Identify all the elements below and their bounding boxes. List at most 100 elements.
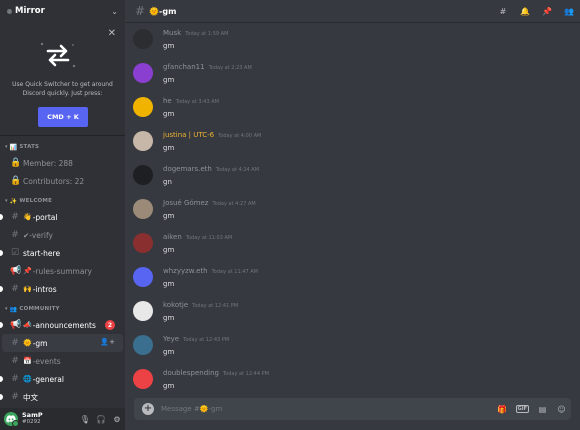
- gear-icon[interactable]: ⚙: [109, 415, 125, 424]
- message-item[interactable]: dogemars.eth Today at 4:24 AM gn: [133, 162, 573, 194]
- message-item[interactable]: he Today at 3:43 AM gm: [133, 94, 573, 126]
- avatar[interactable]: [133, 131, 153, 151]
- member-list-icon[interactable]: 👥: [558, 7, 580, 16]
- message-author[interactable]: Josué Gómez: [163, 199, 208, 207]
- channel-contributors[interactable]: 🔒 Contributors: 22: [2, 172, 123, 190]
- channel-members[interactable]: 🔒 Member: 288: [2, 154, 123, 172]
- threads-icon[interactable]: #: [492, 7, 514, 16]
- microphone-icon[interactable]: 🎙: [77, 415, 93, 424]
- category-stats[interactable]: ▾ 📊 STATS: [0, 140, 125, 154]
- channel-label: -gm: [32, 338, 48, 348]
- channel-events[interactable]: # 📅 -events: [2, 352, 123, 370]
- server-header[interactable]: Mirror ⌄: [0, 0, 125, 22]
- channel-announcements[interactable]: 📢 📣 -announcements 2: [0, 316, 123, 334]
- message-author[interactable]: aiken: [163, 233, 182, 241]
- message-author[interactable]: doublespending: [163, 369, 219, 377]
- message-timestamp: Today at 11:03 AM: [185, 235, 233, 241]
- close-icon[interactable]: ✕: [108, 29, 116, 39]
- channel-portal[interactable]: # 👋 -portal: [0, 208, 123, 226]
- avatar[interactable]: [133, 335, 153, 355]
- channel-start-here[interactable]: ☑ start-here: [0, 244, 123, 262]
- avatar[interactable]: [133, 199, 153, 219]
- message-header: he Today at 3:43 AM: [163, 97, 219, 105]
- message-timestamp: Today at 12:43 PM: [183, 337, 230, 343]
- user-discriminator: #0292: [22, 419, 41, 425]
- lock-icon: 🔒: [10, 158, 22, 168]
- avatar[interactable]: [133, 369, 153, 389]
- message-item[interactable]: gfanchan11 Today at 2:23 AM gm: [133, 60, 573, 92]
- avatar[interactable]: [133, 233, 153, 253]
- mention-badge: 2: [105, 320, 115, 330]
- pin-icon[interactable]: 📌: [536, 7, 558, 16]
- channel-label: -events: [32, 356, 61, 366]
- gift-icon[interactable]: 🎁: [493, 405, 512, 414]
- message-item[interactable]: Musk Today at 1:59 AM gm: [133, 26, 573, 58]
- hash-icon: #: [11, 356, 19, 366]
- avatar[interactable]: [133, 267, 153, 287]
- message-item[interactable]: whzyyzw.eth Today at 11:47 AM gm: [133, 264, 573, 296]
- message-author[interactable]: he: [163, 97, 172, 105]
- chevron-down-icon[interactable]: ⌄: [111, 7, 118, 16]
- sticker-icon[interactable]: ▤: [533, 405, 552, 414]
- username: SamP: [22, 411, 43, 419]
- plus-icon[interactable]: +: [142, 403, 154, 415]
- message-item[interactable]: aiken Today at 11:03 AM gm: [133, 230, 573, 262]
- rules-icon: ☑: [10, 248, 20, 258]
- hash-icon: #: [11, 392, 19, 402]
- headphones-icon[interactable]: 🎧: [93, 415, 109, 424]
- channel-label: -intros: [32, 284, 57, 294]
- add-member-icon[interactable]: 👤+: [100, 338, 115, 346]
- message-author[interactable]: Yeye: [163, 335, 179, 343]
- announcement-icon: 📢: [10, 320, 22, 330]
- message-timestamp: Today at 1:59 AM: [185, 31, 229, 37]
- avatar[interactable]: [4, 412, 19, 427]
- channel-chinese[interactable]: # 中文: [0, 388, 123, 406]
- avatar[interactable]: [133, 29, 153, 49]
- message-author[interactable]: dogemars.eth: [163, 165, 212, 173]
- message-item[interactable]: Yeye Today at 12:43 PM gm: [133, 332, 573, 364]
- emoji-icon[interactable]: ☺: [552, 405, 571, 414]
- message-timestamp: Today at 2:23 AM: [208, 65, 252, 71]
- message-content: gm: [163, 246, 175, 254]
- hash-icon: #: [11, 230, 19, 240]
- message-list: Musk Today at 1:59 AM gm gfanchan11 Today at…: [125, 22, 580, 395]
- message-author[interactable]: kokotje: [163, 301, 188, 309]
- message-author[interactable]: whzyyzw.eth: [163, 267, 208, 275]
- message-timestamp: Today at 11:47 AM: [211, 269, 258, 275]
- avatar[interactable]: [133, 165, 153, 185]
- message-item[interactable]: justina | UTC-6 Today at 4:00 AM gm: [133, 128, 573, 160]
- quick-switcher-button[interactable]: CMD + K: [38, 107, 88, 127]
- category-community[interactable]: ▾ 👥 COMMUNITY: [0, 302, 125, 316]
- message-content: gm: [163, 280, 175, 288]
- message-header: doublespending Today at 12:44 PM: [163, 369, 269, 377]
- avatar[interactable]: [133, 301, 153, 321]
- chat-main: # 🌞-gm # 🔔 📌 👥 Musk Today at 1:59 AM gm gfa…: [125, 0, 580, 430]
- bell-icon[interactable]: 🔔: [514, 7, 536, 16]
- user-names: SamP #0292: [22, 412, 77, 426]
- channel-rules-summary[interactable]: 📢 📌 -rules-summary: [2, 262, 123, 280]
- channel-intros[interactable]: # 🙌 -intros: [0, 280, 123, 298]
- message-content: gm: [163, 314, 175, 322]
- hash-icon: #: [11, 212, 19, 222]
- message-header: kokotje Today at 12:41 PM: [163, 301, 238, 309]
- pin-icon: 📌: [23, 267, 32, 275]
- message-item[interactable]: Josué Gómez Today at 4:27 AM gm: [133, 196, 573, 228]
- channel-general[interactable]: # 🌐 -general: [0, 370, 123, 388]
- message-input[interactable]: [161, 405, 493, 413]
- category-welcome[interactable]: ▾ ✨ WELCOME: [0, 194, 125, 208]
- message-item[interactable]: doublespending Today at 12:44 PM gm: [133, 366, 573, 395]
- message-content: gm: [163, 382, 175, 390]
- message-item[interactable]: kokotje Today at 12:41 PM gm: [133, 298, 573, 330]
- message-author[interactable]: justina | UTC-6: [163, 131, 214, 139]
- lock-icon: 🔒: [10, 176, 22, 186]
- channel-verify[interactable]: # ✔-verify: [2, 226, 123, 244]
- message-author[interactable]: gfanchan11: [163, 63, 205, 71]
- server-name: Mirror: [15, 6, 45, 16]
- avatar[interactable]: [133, 97, 153, 117]
- message-author[interactable]: Musk: [163, 29, 181, 37]
- avatar[interactable]: [133, 63, 153, 83]
- message-timestamp: Today at 12:44 PM: [222, 371, 269, 377]
- channel-gm[interactable]: # 🌞 -gm 👤+: [2, 334, 123, 352]
- message-timestamp: Today at 4:00 AM: [218, 133, 262, 139]
- gif-icon[interactable]: GIF: [515, 405, 529, 413]
